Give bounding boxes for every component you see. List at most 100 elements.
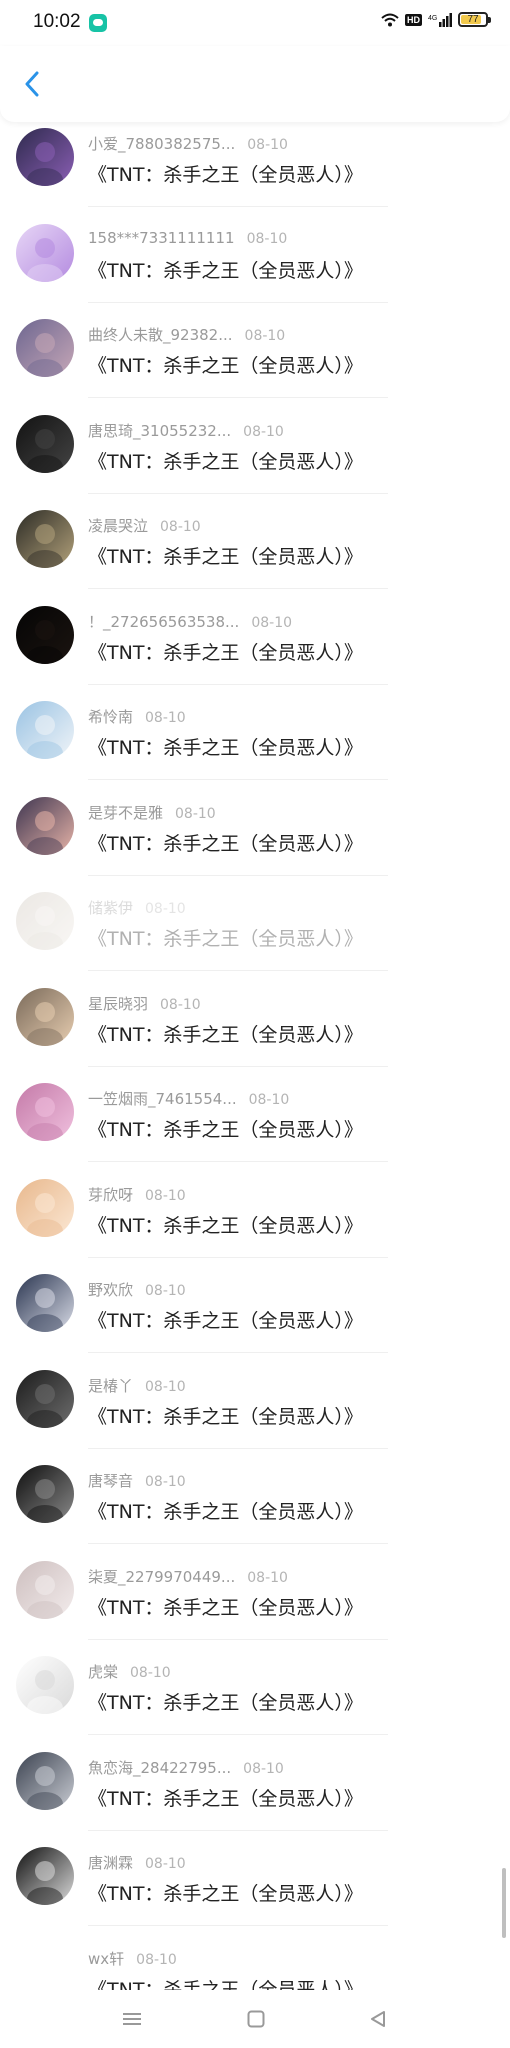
user-name[interactable]: 野欢欣 bbox=[88, 1281, 133, 1299]
user-name[interactable]: 凌晨哭泣 bbox=[88, 517, 148, 535]
avatar[interactable] bbox=[16, 701, 74, 759]
avatar[interactable] bbox=[16, 605, 74, 664]
divider bbox=[88, 683, 388, 685]
nav-back-button[interactable] bbox=[363, 2006, 393, 2032]
item-date: 08-10 bbox=[145, 1856, 186, 1872]
list-item[interactable]: 一笠烟雨_7461554... 08-10 《TNT：杀手之王（全员恶人）》 bbox=[0, 1075, 510, 1171]
avatar[interactable] bbox=[16, 1369, 74, 1428]
scrollbar[interactable] bbox=[502, 1868, 506, 1938]
menu-button[interactable] bbox=[117, 2006, 147, 2032]
item-message: 《TNT：杀手之王（全员恶人）》 bbox=[88, 928, 363, 950]
item-message: 《TNT：杀手之王（全员恶人）》 bbox=[88, 546, 363, 568]
status-indicators: HD 4G 77 bbox=[381, 12, 491, 27]
avatar[interactable] bbox=[16, 1847, 74, 1905]
list-item[interactable]: 是椿丫 08-10 《TNT：杀手之王（全员恶人）》 bbox=[0, 1362, 510, 1458]
user-name[interactable]: 一笠烟雨_7461554... bbox=[88, 1090, 237, 1108]
avatar[interactable] bbox=[16, 1465, 74, 1523]
item-meta: 储紫伊 08-10 bbox=[88, 897, 186, 918]
avatar[interactable] bbox=[16, 510, 74, 568]
user-name[interactable]: 是椿丫 bbox=[88, 1377, 133, 1395]
divider bbox=[88, 874, 388, 876]
list-item[interactable]: 小爱_7880382575... 08-10 《TNT：杀手之王（全员恶人）》 bbox=[0, 120, 510, 216]
user-name[interactable]: 是芽不是雅 bbox=[88, 804, 163, 822]
item-meta: ！_272656563538... 08-10 bbox=[88, 611, 292, 632]
status-bar: 10:02 HD 4G 77 bbox=[0, 0, 510, 46]
item-date: 08-10 bbox=[145, 1378, 186, 1395]
item-message: 《TNT：杀手之王（全员恶人）》 bbox=[88, 355, 363, 377]
list-item[interactable]: 芽欣呀 08-10 《TNT：杀手之王（全员恶人）》 bbox=[0, 1171, 510, 1267]
user-name[interactable]: 星辰晓羽 bbox=[88, 995, 148, 1013]
user-name[interactable]: 芽欣呀 bbox=[88, 1186, 133, 1204]
avatar[interactable] bbox=[16, 319, 74, 377]
divider bbox=[88, 1638, 388, 1640]
avatar[interactable] bbox=[16, 1178, 74, 1237]
divider bbox=[88, 1352, 388, 1353]
item-message: 《TNT：杀手之王（全员恶人）》 bbox=[88, 164, 363, 186]
list-item[interactable]: 是芽不是雅 08-10 《TNT：杀手之王（全员恶人）》 bbox=[0, 789, 510, 885]
user-name[interactable]: 小爱_7880382575... bbox=[88, 135, 235, 153]
item-message: 《TNT：杀手之王（全员恶人）》 bbox=[88, 450, 363, 473]
list-item[interactable]: 星辰晓羽 08-10 《TNT：杀手之王（全员恶人）》 bbox=[0, 980, 510, 1076]
avatar[interactable] bbox=[16, 892, 74, 950]
divider bbox=[88, 1161, 388, 1162]
item-meta: 唐琴音 08-10 bbox=[88, 1470, 186, 1491]
item-meta: 芽欣呀 08-10 bbox=[88, 1184, 186, 1205]
chat-app-icon bbox=[89, 14, 107, 32]
user-name[interactable]: 唐思琦_31055232... bbox=[88, 422, 231, 440]
user-name[interactable]: 虎棠 bbox=[88, 1663, 118, 1681]
list-item[interactable]: 柒夏_2279970449... 08-10 《TNT：杀手之王（全员恶人）》 bbox=[0, 1553, 510, 1649]
divider bbox=[88, 1447, 388, 1449]
list-item[interactable]: 曲终人未散_92382... 08-10 《TNT：杀手之王（全员恶人）》 bbox=[0, 311, 510, 407]
user-name[interactable]: 唐渊霖 bbox=[88, 1854, 133, 1872]
user-name[interactable]: 希怜南 bbox=[88, 708, 133, 726]
avatar[interactable] bbox=[16, 128, 74, 186]
share-list: 小爱_7880382575... 08-10 《TNT：杀手之王（全员恶人）》 158… bbox=[0, 120, 510, 2030]
system-nav-bar bbox=[0, 1990, 510, 2048]
item-date: 08-10 bbox=[246, 230, 288, 247]
user-name[interactable]: ！_272656563538... bbox=[88, 613, 239, 631]
item-meta: 魚恋海_28422795... 08-10 bbox=[88, 1757, 284, 1778]
user-name[interactable]: 魚恋海_28422795... bbox=[88, 1759, 231, 1777]
avatar[interactable] bbox=[16, 1083, 74, 1141]
item-date: 08-10 bbox=[160, 996, 201, 1013]
user-name[interactable]: 唐琴音 bbox=[88, 1472, 133, 1490]
item-date: 08-10 bbox=[248, 1092, 290, 1108]
list-item[interactable]: 储紫伊 08-10 《TNT：杀手之王（全员恶人）》 bbox=[0, 884, 510, 980]
divider bbox=[88, 779, 388, 780]
user-name[interactable]: 158***7331111111 bbox=[88, 229, 235, 247]
back-button[interactable] bbox=[14, 66, 50, 102]
list-item[interactable]: 虎棠 08-10 《TNT：杀手之王（全员恶人）》 bbox=[0, 1648, 510, 1744]
list-item[interactable]: 唐琴音 08-10 《TNT：杀手之王（全员恶人）》 bbox=[0, 1457, 510, 1553]
user-name[interactable]: 柒夏_2279970449... bbox=[88, 1568, 235, 1586]
list-item[interactable]: ！_272656563538... 08-10 《TNT：杀手之王（全员恶人）》 bbox=[0, 598, 510, 694]
avatar[interactable] bbox=[16, 414, 74, 473]
user-name[interactable]: 曲终人未散_92382... bbox=[88, 326, 233, 344]
avatar[interactable] bbox=[16, 1274, 74, 1332]
battery-level: 77 bbox=[467, 14, 479, 25]
list-item[interactable]: 唐思琦_31055232... 08-10 《TNT：杀手之王（全员恶人）》 bbox=[0, 407, 510, 503]
item-message: 《TNT：杀手之王（全员恶人）》 bbox=[88, 641, 363, 664]
item-date: 08-10 bbox=[130, 1665, 171, 1681]
user-name[interactable]: wx轩 bbox=[88, 1950, 124, 1968]
avatar[interactable] bbox=[16, 1560, 74, 1619]
nav-bar bbox=[0, 46, 510, 122]
list-item[interactable]: 凌晨哭泣 08-10 《TNT：杀手之王（全员恶人）》 bbox=[0, 502, 510, 598]
item-meta: 唐思琦_31055232... 08-10 bbox=[88, 420, 284, 441]
list-item[interactable]: 唐渊霖 08-10 《TNT：杀手之王（全员恶人）》 bbox=[0, 1839, 510, 1935]
user-name[interactable]: 储紫伊 bbox=[88, 899, 133, 917]
avatar[interactable] bbox=[16, 223, 74, 282]
list-item[interactable]: 野欢欣 08-10 《TNT：杀手之王（全员恶人）》 bbox=[0, 1266, 510, 1362]
item-message: 《TNT：杀手之王（全员恶人）》 bbox=[88, 1596, 363, 1619]
home-button[interactable] bbox=[241, 2006, 271, 2032]
item-meta: 柒夏_2279970449... 08-10 bbox=[88, 1566, 288, 1587]
list-item[interactable]: 魚恋海_28422795... 08-10 《TNT：杀手之王（全员恶人）》 bbox=[0, 1744, 510, 1840]
list-item[interactable]: 158***7331111111 08-10 《TNT：杀手之王（全员恶人）》 bbox=[0, 216, 510, 312]
divider bbox=[88, 1829, 388, 1831]
list-item[interactable]: 希怜南 08-10 《TNT：杀手之王（全员恶人）》 bbox=[0, 693, 510, 789]
avatar[interactable] bbox=[16, 987, 74, 1046]
signal-icon: 4G bbox=[428, 12, 452, 27]
avatar[interactable] bbox=[16, 1751, 74, 1810]
item-message: 《TNT：杀手之王（全员恶人）》 bbox=[88, 1501, 363, 1523]
avatar[interactable] bbox=[16, 1656, 74, 1714]
avatar[interactable] bbox=[16, 796, 74, 855]
